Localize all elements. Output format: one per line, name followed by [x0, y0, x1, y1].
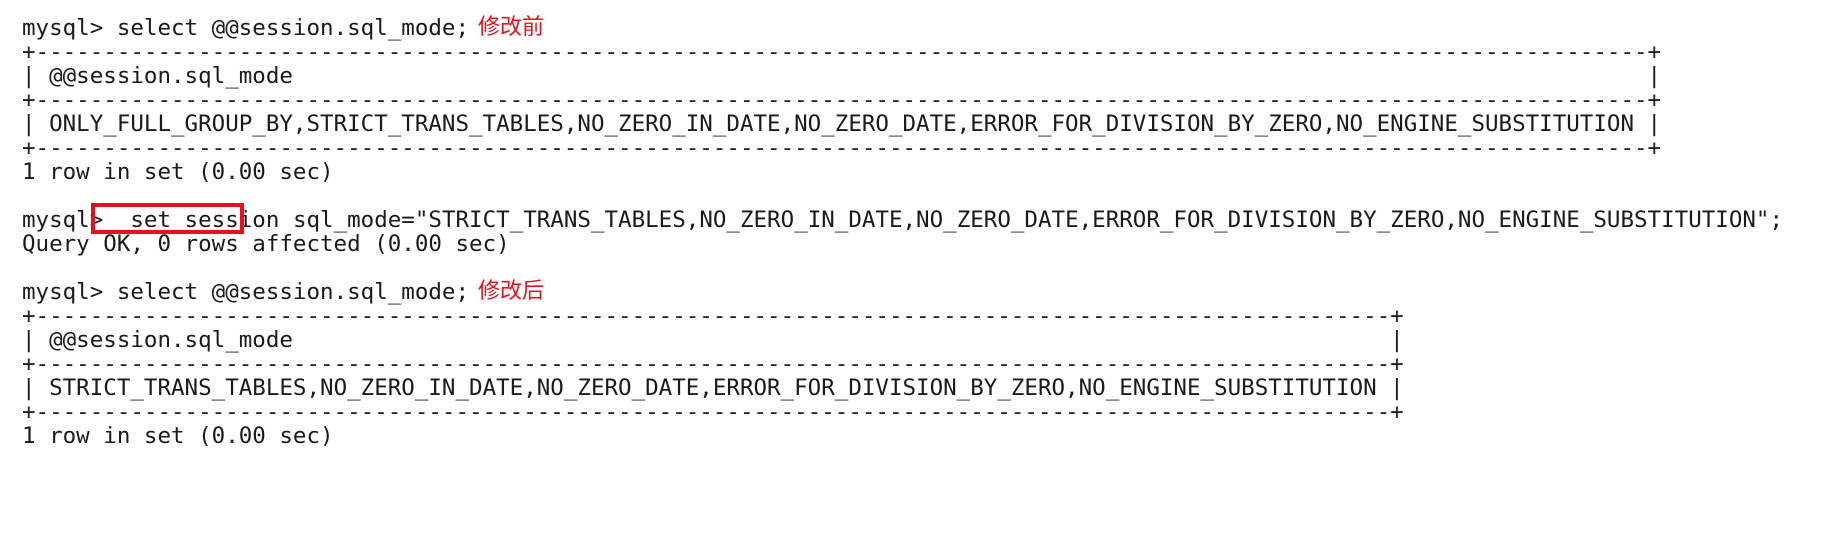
result-line: 1 row in set (0.00 sec) — [22, 159, 334, 185]
result-line: 1 row in set (0.00 sec) — [22, 423, 334, 449]
result-line: Query OK, 0 rows affected (0.00 sec) — [22, 231, 510, 257]
command-text: sql_mode="STRICT_TRANS_TABLES,NO_ZERO_IN… — [292, 207, 1784, 233]
